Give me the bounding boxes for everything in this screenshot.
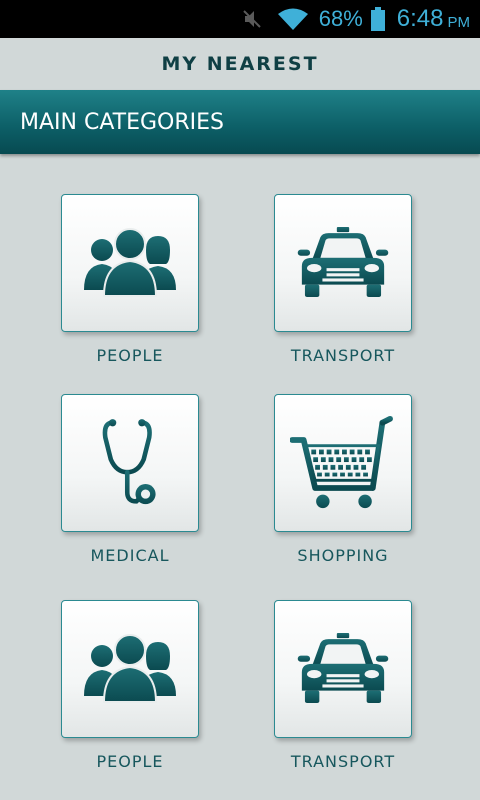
wifi-icon <box>277 7 309 31</box>
category-label: MEDICAL <box>90 546 170 565</box>
category-medical[interactable]: MEDICAL <box>61 394 201 565</box>
stethoscope-icon <box>98 417 162 509</box>
category-label: PEOPLE <box>96 346 164 365</box>
category-label: TRANSPORT <box>290 346 396 365</box>
category-people[interactable]: PEOPLE <box>61 600 201 771</box>
category-tile[interactable] <box>61 194 199 332</box>
app-title: MY NEAREST <box>161 53 319 75</box>
category-label: TRANSPORT <box>290 752 396 771</box>
category-tile[interactable] <box>61 600 199 738</box>
people-icon <box>80 228 180 298</box>
category-label: SHOPPING <box>297 546 389 565</box>
category-tile[interactable] <box>274 194 412 332</box>
category-people[interactable]: PEOPLE <box>61 194 201 365</box>
battery-icon <box>370 7 385 31</box>
clock-time: 6:48 <box>396 5 444 32</box>
mute-icon <box>241 8 263 30</box>
status-bar: 68% 6:48 PM <box>0 0 480 38</box>
category-label: PEOPLE <box>96 752 164 771</box>
category-tile[interactable] <box>61 394 199 532</box>
taxi-icon <box>291 227 395 299</box>
people-icon <box>80 634 180 704</box>
section-title: MAIN CATEGORIES <box>0 90 480 154</box>
shopping-cart-icon <box>290 415 396 511</box>
category-tile[interactable] <box>274 600 412 738</box>
battery-percent: 68% <box>318 6 363 31</box>
category-tile[interactable] <box>274 394 412 532</box>
category-shopping[interactable]: SHOPPING <box>274 394 414 565</box>
taxi-icon <box>291 633 395 705</box>
clock-ampm: PM <box>447 13 471 31</box>
category-transport[interactable]: TRANSPORT <box>274 600 414 771</box>
category-transport[interactable]: TRANSPORT <box>274 194 414 365</box>
